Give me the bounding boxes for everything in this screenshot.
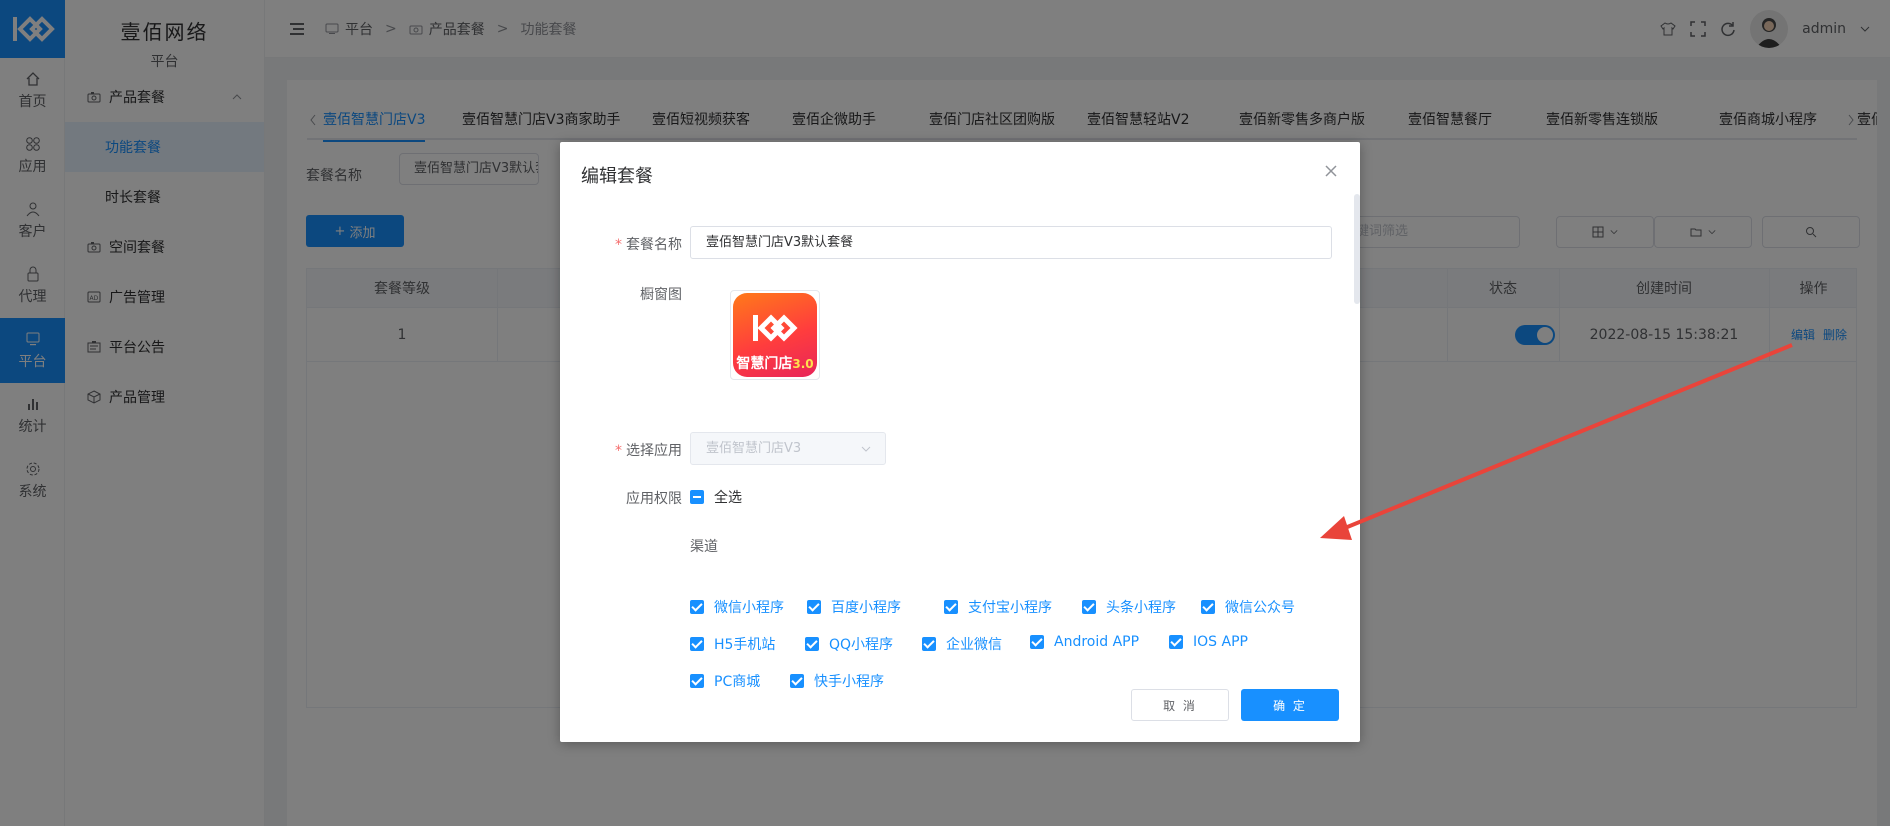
channel-label: PC商城 [714, 674, 761, 690]
channel-title: 渠道 [690, 539, 718, 555]
checked-checkbox-icon [690, 600, 704, 614]
channel-label: Android APP [1054, 634, 1140, 650]
indeterminate-checkbox-icon [690, 490, 704, 504]
dialog-title: 编辑套餐 [581, 166, 653, 187]
channel-checkbox[interactable]: 快手小程序 [790, 671, 884, 691]
channel-checkbox[interactable]: 微信公众号 [1201, 597, 1295, 617]
channel-checkbox[interactable]: IOS APP [1169, 634, 1248, 650]
checked-checkbox-icon [690, 637, 704, 651]
check-all-checkbox[interactable]: 全选 [690, 487, 742, 507]
checked-checkbox-icon [807, 600, 821, 614]
dialog-scrollbar[interactable] [1354, 194, 1360, 304]
checked-checkbox-icon [944, 600, 958, 614]
checked-checkbox-icon [690, 674, 704, 688]
confirm-button[interactable]: 确 定 [1241, 689, 1339, 721]
image-field-label: 橱窗图 [640, 287, 682, 303]
channel-checkbox[interactable]: PC商城 [690, 671, 760, 691]
app-logo-text: 智慧门店3.0 [736, 356, 814, 372]
channel-checkbox[interactable]: 百度小程序 [807, 597, 901, 617]
channel-label: 支付宝小程序 [968, 600, 1052, 616]
channel-label: H5手机站 [714, 637, 776, 653]
checked-checkbox-icon [790, 674, 804, 688]
app-select[interactable]: 壹佰智慧门店V3 [690, 432, 886, 465]
channel-checkbox[interactable]: H5手机站 [690, 634, 775, 654]
chevron-down-icon [861, 446, 871, 452]
showcase-image[interactable]: 智慧门店3.0 [730, 290, 820, 380]
checked-checkbox-icon [805, 637, 819, 651]
perm-field-label: 应用权限 [626, 491, 682, 507]
checked-checkbox-icon [1201, 600, 1215, 614]
channel-checkbox[interactable]: 微信小程序 [690, 597, 784, 617]
checked-checkbox-icon [922, 637, 936, 651]
package-name-input[interactable]: 壹佰智慧门店V3默认套餐 [690, 226, 1332, 259]
channel-label: 微信小程序 [714, 600, 784, 616]
channel-checkbox[interactable]: Android APP [1030, 634, 1139, 650]
app-field-label: * 选择应用 [615, 443, 682, 459]
channel-label: 微信公众号 [1225, 600, 1295, 616]
channel-label: 企业微信 [946, 637, 1002, 653]
channel-label: QQ小程序 [829, 637, 894, 653]
channel-checkbox[interactable]: 企业微信 [922, 634, 1002, 654]
close-icon[interactable] [1324, 164, 1338, 178]
edit-package-dialog: 编辑套餐 * 套餐名称 壹佰智慧门店V3默认套餐 橱窗图 智慧门店3.0 * 选择应… [560, 142, 1360, 742]
checked-checkbox-icon [1082, 600, 1096, 614]
name-field-label: * 套餐名称 [615, 237, 682, 253]
channel-label: 百度小程序 [831, 600, 901, 616]
channel-checkbox[interactable]: 支付宝小程序 [944, 597, 1052, 617]
channel-label: 快手小程序 [814, 674, 884, 690]
channel-label: IOS APP [1193, 634, 1248, 650]
channel-checkbox[interactable]: QQ小程序 [805, 634, 893, 654]
cancel-button[interactable]: 取 消 [1131, 689, 1229, 721]
channel-checkbox[interactable]: 头条小程序 [1082, 597, 1176, 617]
channel-label: 头条小程序 [1106, 600, 1176, 616]
checked-checkbox-icon [1030, 635, 1044, 649]
checked-checkbox-icon [1169, 635, 1183, 649]
app-logo-icon [753, 314, 798, 342]
